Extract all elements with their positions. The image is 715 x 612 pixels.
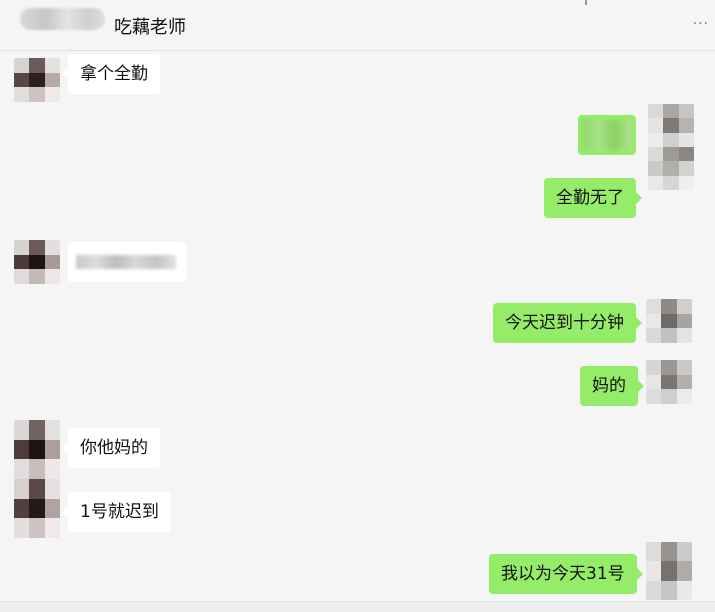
message-text: 妈的 <box>592 376 626 396</box>
message-text: 全勤无了 <box>556 188 624 208</box>
message-text: 1号就迟到 <box>80 502 159 522</box>
message-bubble[interactable]: 全勤无了 <box>544 178 642 218</box>
blurred-avatar-name <box>20 8 105 30</box>
chat-header: 吃藕老师 ··· <box>0 0 715 51</box>
message-text: 你他妈的 <box>80 438 148 458</box>
message-bubble[interactable]: 1号就迟到 <box>62 492 171 532</box>
message-bubble[interactable]: 今天迟到十分钟 <box>493 303 642 343</box>
message-text: 今天迟到十分钟 <box>505 313 624 333</box>
input-area-edge <box>0 601 715 612</box>
obscured-content <box>76 255 176 269</box>
obscured-content <box>582 120 632 150</box>
message-bubble[interactable]: 你他妈的 <box>62 428 160 468</box>
message-text: 我以为今天31号 <box>501 564 625 584</box>
avatar[interactable] <box>14 420 60 538</box>
message-text: 拿个全勤 <box>80 64 148 84</box>
message-bubble[interactable]: 我以为今天31号 <box>489 554 643 594</box>
message-bubble-obscured[interactable] <box>68 242 186 282</box>
message-bubble-obscured[interactable] <box>578 115 636 155</box>
avatar[interactable] <box>14 58 60 102</box>
message-bubble[interactable]: 拿个全勤 <box>62 54 160 94</box>
chat-title: 吃藕老师 <box>114 17 186 38</box>
window-edge-mark <box>585 0 587 5</box>
avatar[interactable] <box>646 299 692 343</box>
avatar[interactable] <box>14 240 60 284</box>
avatar[interactable] <box>646 542 692 600</box>
more-dots-icon[interactable]: ··· <box>693 16 709 32</box>
avatar[interactable] <box>646 360 692 404</box>
message-bubble[interactable]: 妈的 <box>580 366 644 406</box>
avatar[interactable] <box>648 104 694 190</box>
